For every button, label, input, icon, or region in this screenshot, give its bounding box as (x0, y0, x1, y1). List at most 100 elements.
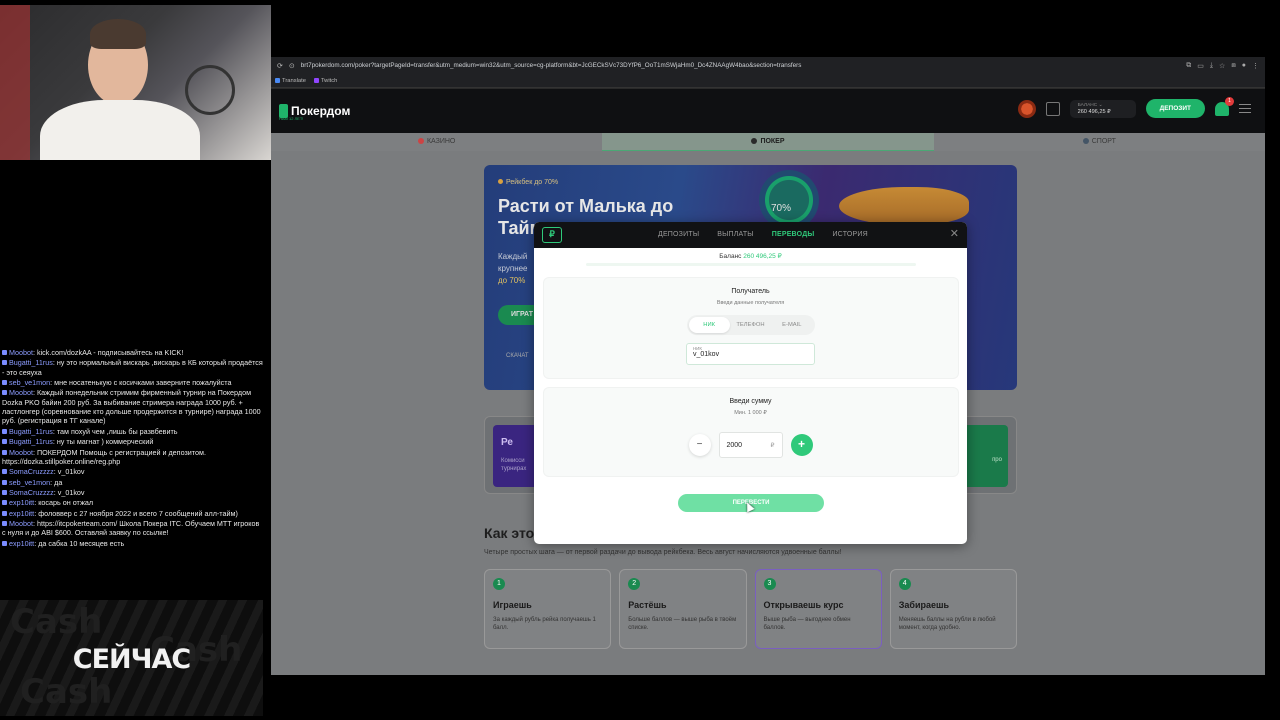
user-badge-icon (2, 521, 7, 527)
user-badge-icon (2, 390, 7, 396)
option-nick[interactable]: НИК (688, 317, 730, 333)
logo-subtitle: НАМ 12 ЛЕТ! (279, 116, 304, 121)
user-badge-icon (2, 449, 7, 455)
how-it-works-title: Как это (484, 525, 535, 541)
fish-illustration (839, 187, 969, 225)
bg-word: Cash (10, 602, 103, 642)
bookmarks-bar: Translate Twitch (271, 74, 1265, 88)
tab-casino[interactable]: КАЗИНО (271, 133, 602, 151)
chat-message: exp10itt: косарь он отжал (2, 498, 264, 507)
download-button[interactable]: СКАЧАТ (506, 353, 529, 359)
step-title: Растёшь (628, 600, 667, 610)
url-input[interactable]: brt7pokerdom.com/poker?targetPageId=tran… (301, 62, 1181, 69)
menu-icon[interactable] (1239, 104, 1251, 113)
pokerdom-page: Покердом НАМ 12 ЛЕТ! БАЛАНС ⌄ 260 496,25… (271, 89, 1265, 675)
stream-screen: Moobot: kick.com/dozkAA - подписывайтесь… (0, 0, 1280, 720)
amount-minimum: Мин. 1 000 ₽ (734, 410, 767, 416)
amount-title: Введи сумму (729, 398, 772, 405)
chat-message: Bugatti_11rus: там похуй чем ,лишь бы ра… (2, 427, 264, 436)
user-badge-icon (2, 350, 7, 355)
translate-icon[interactable]: ⧉ (1186, 62, 1191, 70)
reload-icon[interactable]: ⟳ (277, 62, 283, 70)
amount-section: Введи сумму Мин. 1 000 ₽ − 2000 ₽ + (543, 388, 958, 476)
chat-message: SomaCruzzzz: v_01kov (2, 467, 264, 476)
balance-widget[interactable]: БАЛАНС ⌄ 260 496,25 ₽ (1069, 99, 1136, 118)
chat-message: Moobot: Каждый понедельник стримим фирме… (2, 388, 261, 426)
header-actions: БАЛАНС ⌄ 260 496,25 ₽ ДЕПОЗИТ 1 (1017, 96, 1251, 118)
profile-avatar[interactable]: ● (1242, 62, 1246, 69)
chat-message: SomaCruzzzz: v_01kov (2, 488, 264, 497)
rank-badge-icon[interactable] (1017, 99, 1036, 118)
user-badge-icon (2, 500, 7, 506)
step-title: Открываешь курс (763, 600, 844, 610)
increase-button[interactable]: + (790, 434, 813, 456)
step-number: 4 (898, 578, 911, 590)
option-email[interactable]: E-MAIL (771, 317, 812, 333)
cashier-tabs: ДЕПОЗИТЫ ВЫПЛАТЫ ПЕРЕВОДЫ ИСТОРИЯ (658, 222, 868, 248)
translate-bookmark-icon (275, 77, 280, 83)
tab-withdrawals[interactable]: ВЫПЛАТЫ (717, 222, 754, 248)
user-badge-icon (2, 360, 7, 366)
step-title: Играешь (493, 600, 532, 610)
gift-icon[interactable] (1045, 101, 1060, 116)
user-badge-icon (2, 540, 7, 546)
twitch-icon (313, 77, 319, 83)
decrease-button[interactable]: − (688, 434, 711, 456)
star-icon[interactable]: ☆ (1219, 62, 1225, 70)
chat-message: seb_ve1mon: мне носатенькую с косичками … (2, 378, 264, 387)
bell-icon[interactable]: 1 (1215, 96, 1234, 116)
recipient-subtitle: Введи данные получателя (716, 300, 785, 306)
notification-badge: 1 (1225, 96, 1234, 106)
tab-history[interactable]: ИСТОРИЯ (832, 222, 867, 248)
amount-input[interactable]: 2000 ₽ (718, 432, 783, 458)
user-badge-icon (2, 428, 7, 434)
site-info-icon[interactable]: ⊙ (289, 62, 295, 70)
extensions-icon[interactable]: ⧈ (1231, 62, 1235, 70)
tab-transfers[interactable]: ПЕРЕВОДЫ (772, 222, 815, 248)
category-tabs: КАЗИНО ПОКЕР СПОРТ (271, 133, 1265, 151)
chat-message: Moobot: kick.com/dozkAA - подписывайтесь… (2, 348, 264, 357)
cashier-logo-icon: ₽ (542, 227, 562, 243)
site-header: Покердом НАМ 12 ЛЕТ! БАЛАНС ⌄ 260 496,25… (271, 89, 1265, 133)
user-badge-icon (2, 510, 7, 516)
recipient-title: Получатель (731, 288, 770, 295)
step-number: 2 (628, 578, 641, 590)
step-card: 3 Открываешь курс Выше рыба — выгоднее о… (754, 569, 882, 649)
chat-overlay: Moobot: kick.com/dozkAA - подписывайтесь… (2, 348, 264, 549)
option-phone[interactable]: ТЕЛЕФОН (730, 317, 771, 333)
step-card: 2 Растёшь Больше баллов — выше рыба в тв… (619, 569, 747, 649)
tab-sport[interactable]: СПОРТ (934, 133, 1265, 151)
step-description: Больше баллов — выше рыба в твоём списке… (628, 617, 737, 631)
user-badge-icon (2, 469, 7, 475)
poker-icon (751, 138, 758, 144)
balance-divider (585, 263, 916, 266)
bookmark-twitch[interactable]: Twitch (313, 77, 337, 84)
bookmark-translate[interactable]: Translate (275, 77, 306, 84)
download-icon[interactable]: ⤓ (1210, 62, 1213, 70)
webcam-feed (0, 5, 271, 160)
tab-poker[interactable]: ПОКЕР (602, 133, 934, 151)
recipient-type-toggle: НИК ТЕЛЕФОН E-MAIL (686, 315, 815, 335)
more-icon[interactable]: ⋮ (1252, 62, 1259, 70)
amount-stepper: − 2000 ₽ + (544, 432, 958, 458)
step-description: Выше рыба — выгоднее обмен баллов. (763, 617, 851, 631)
now-label: СЕЙЧАС (72, 644, 191, 675)
step-card: 4 Забираешь Меняешь баллы на рубли в люб… (889, 569, 1017, 649)
tab-deposits[interactable]: ДЕПОЗИТЫ (658, 222, 699, 248)
browser-window: ⟳ ⊙ brt7pokerdom.com/poker?targetPageId=… (271, 57, 1265, 675)
chat-message: Bugatti_11rus: ну ты магнат ) коммерческ… (2, 437, 264, 446)
nick-input[interactable]: НИК v_01kov (686, 343, 815, 365)
ring-value: 70% (771, 203, 792, 214)
screen-icon[interactable]: ▭ (1197, 62, 1204, 70)
bottom-letterbox (271, 675, 1265, 720)
chat-message: exp10itt: фоловвер с 27 ноября 2022 и вс… (2, 509, 264, 518)
user-badge-icon (2, 479, 7, 485)
bg-word: Cash (20, 672, 113, 712)
close-icon[interactable]: ✕ (950, 227, 959, 240)
step-card: 1 Играешь За каждый рубль рейка получаеш… (484, 569, 612, 649)
chat-message: Bugatti_11rus: ну это нормальный вискарь… (2, 358, 263, 377)
sport-icon (1082, 138, 1089, 144)
deposit-button[interactable]: ДЕПОЗИТ (1145, 99, 1205, 118)
step-number: 3 (763, 578, 776, 590)
rakeback-badge: Рейкбек до 70% (498, 179, 558, 186)
